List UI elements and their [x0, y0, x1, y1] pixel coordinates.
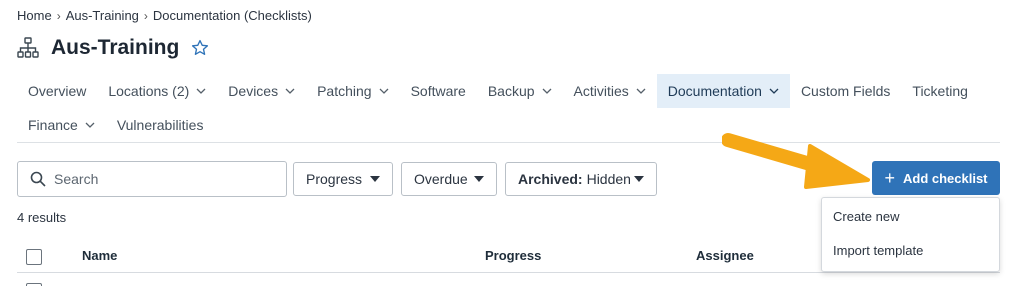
tab-backup[interactable]: Backup — [477, 74, 563, 108]
chevron-down-icon — [196, 88, 206, 94]
breadcrumb-current: Documentation (Checklists) — [152, 8, 312, 23]
tab-label: Devices — [228, 83, 279, 99]
search-icon — [30, 171, 46, 187]
tab-label: Overview — [28, 83, 87, 99]
chevron-right-icon: › — [143, 8, 148, 23]
tab-label: Activities — [573, 83, 629, 99]
archived-filter-text: Archived: Hidden — [518, 171, 631, 187]
column-header-progress[interactable]: Progress — [485, 248, 541, 263]
archived-filter-label: Archived: — [518, 171, 583, 187]
overdue-filter-label: Overdue — [414, 171, 468, 187]
tab-label: Documentation — [667, 83, 762, 99]
page-title: Aus-Training — [51, 36, 180, 59]
tab-custom-fields[interactable]: Custom Fields — [790, 74, 901, 108]
tab-label: Ticketing — [912, 83, 968, 99]
tab-label: Patching — [317, 83, 372, 99]
tab-software[interactable]: Software — [400, 74, 477, 108]
progress-filter-label: Progress — [306, 171, 363, 187]
star-icon[interactable] — [191, 39, 209, 57]
tab-label: Custom Fields — [800, 83, 891, 99]
tab-activities[interactable]: Activities — [563, 74, 657, 108]
menu-item-import-template[interactable]: Import template — [822, 243, 999, 277]
progress-filter[interactable]: Progress — [293, 162, 393, 196]
tab-locations[interactable]: Locations (2) — [97, 74, 217, 108]
chevron-down-icon — [636, 88, 646, 94]
tab-label: Backup — [487, 83, 535, 99]
tab-ticketing[interactable]: Ticketing — [901, 74, 979, 108]
chevron-down-icon — [379, 88, 389, 94]
add-checklist-menu: Create new Import template — [821, 197, 1000, 272]
overdue-filter[interactable]: Overdue — [401, 162, 497, 196]
chevron-down-icon — [769, 88, 779, 94]
column-header-name[interactable]: Name — [82, 248, 117, 263]
tab-devices[interactable]: Devices — [217, 74, 306, 108]
search-box[interactable] — [17, 161, 287, 197]
results-count: 4 results — [17, 210, 67, 225]
tab-overview[interactable]: Overview — [17, 74, 97, 108]
annotation-arrow-icon — [722, 133, 870, 189]
caret-down-icon — [474, 176, 484, 182]
tab-documentation[interactable]: Documentation — [656, 74, 790, 108]
page-header: Aus-Training — [17, 36, 209, 60]
add-checklist-label: Add checklist — [902, 170, 988, 186]
menu-item-create-new[interactable]: Create new — [822, 209, 999, 243]
tab-label: Locations (2) — [108, 83, 190, 99]
chevron-right-icon: › — [56, 8, 61, 23]
select-all-checkbox[interactable] — [26, 249, 42, 265]
tab-label: Software — [410, 83, 466, 99]
column-header-assignee[interactable]: Assignee — [696, 248, 754, 263]
tab-patching[interactable]: Patching — [306, 74, 399, 108]
chevron-down-icon — [542, 88, 551, 94]
plus-icon: + — [884, 168, 895, 188]
caret-down-icon — [634, 176, 644, 182]
breadcrumb: Home › Aus-Training › Documentation (Che… — [17, 8, 312, 23]
chevron-down-icon — [285, 88, 295, 94]
caret-down-icon — [370, 176, 380, 182]
tab-label: Finance — [28, 117, 78, 133]
archived-filter-value: Hidden — [586, 171, 631, 187]
archived-filter[interactable]: Archived: Hidden — [505, 162, 657, 196]
breadcrumb-organization[interactable]: Aus-Training — [66, 8, 139, 23]
search-input[interactable] — [54, 171, 274, 187]
tab-row-1: Overview Locations (2) Devices Patching … — [17, 74, 1000, 108]
chevron-down-icon — [85, 122, 95, 128]
tab-label: Vulnerabilities — [116, 117, 204, 133]
tab-finance[interactable]: Finance — [17, 108, 106, 142]
tab-vulnerabilities[interactable]: Vulnerabilities — [106, 108, 215, 142]
add-checklist-button[interactable]: + Add checklist — [872, 161, 1000, 195]
org-chart-icon — [17, 37, 39, 58]
breadcrumb-home[interactable]: Home — [17, 8, 52, 23]
